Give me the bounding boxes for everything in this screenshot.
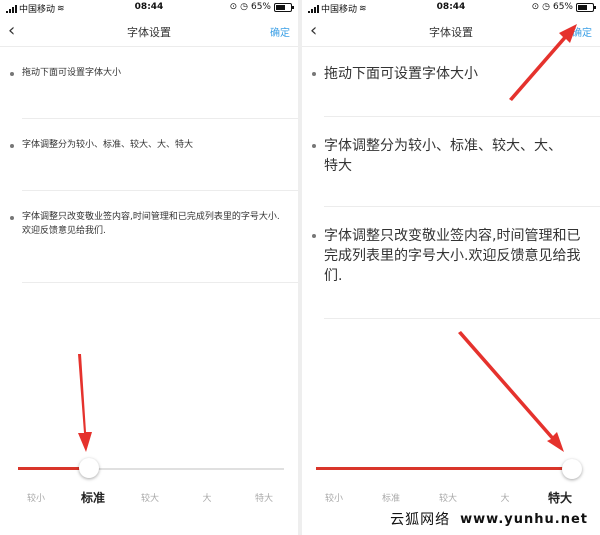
watermark-url: www.yunhu.net	[460, 511, 588, 527]
annotation-arrow	[78, 354, 92, 452]
annotation-arrow	[458, 24, 577, 452]
watermark: 云狐网络 www.yunhu.net	[384, 507, 594, 531]
left-screen: 中国移动 ≋ 08:44 ⊙ ◷ 65% ‹ 字体设置 确定 拖动下面可设置字体…	[0, 0, 298, 535]
watermark-text: 云狐网络	[390, 512, 451, 528]
right-screen: 中国移动 ≋ 08:44 ⊙ ◷ 65% ‹ 字体设置 确定 拖动下面可设置字体…	[302, 0, 600, 535]
